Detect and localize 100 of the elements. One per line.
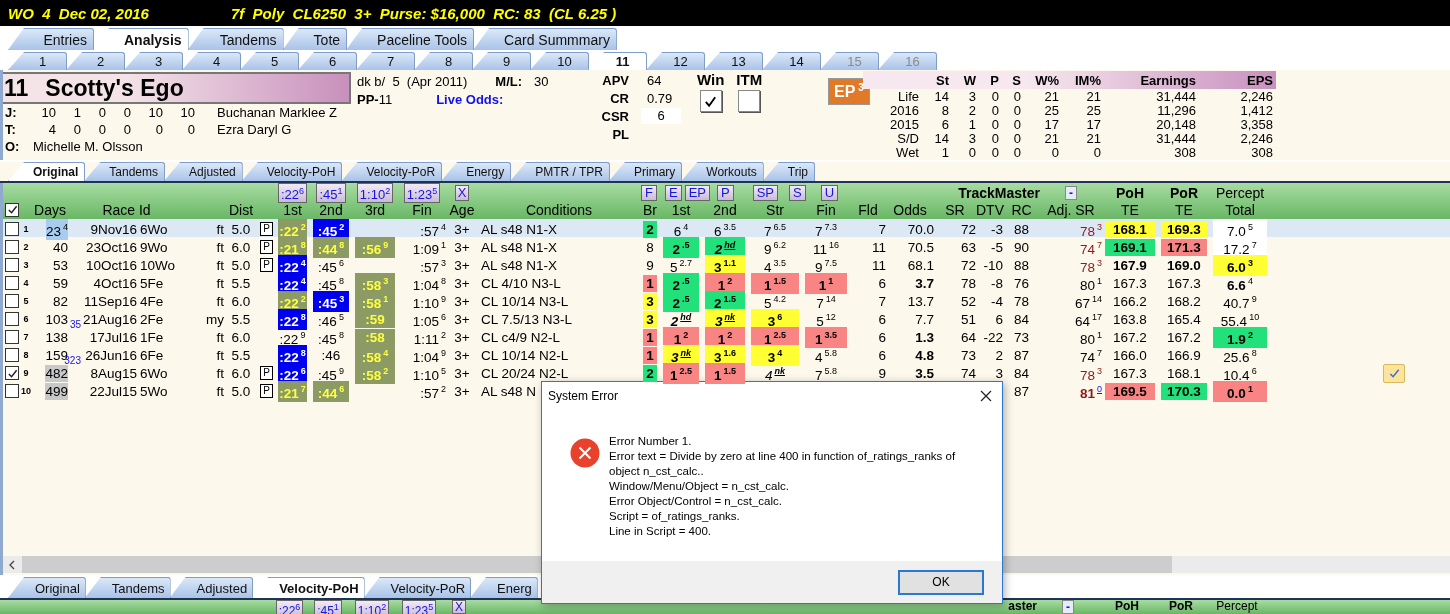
view-tab[interactable]: Energ: [470, 577, 538, 598]
main-tab[interactable]: Card Summmary: [473, 28, 617, 50]
column-header: Adj. SR: [1046, 201, 1096, 218]
horse-tab[interactable]: 5: [240, 52, 299, 70]
ok-button[interactable]: OK: [898, 569, 984, 595]
break-cell: 1: [643, 274, 657, 292]
pace-button[interactable]: SP: [752, 185, 778, 202]
por-cell: 169.0: [1167, 256, 1201, 274]
horse-tab[interactable]: 3: [124, 52, 183, 70]
stats-column-header: P: [989, 72, 999, 88]
horse-tab[interactable]: 8: [414, 52, 473, 70]
horse-tab[interactable]: 12: [646, 52, 705, 70]
horse-tab[interactable]: 4: [182, 52, 241, 70]
position-cell: 2$^{1.5}$: [705, 291, 745, 312]
view-tab[interactable]: Velocity-PoR: [363, 577, 472, 598]
row-checkbox[interactable]: [5, 276, 19, 291]
column-header: Br: [642, 201, 658, 218]
main-tab[interactable]: Tandems: [187, 28, 284, 50]
connection-stat: 10: [179, 105, 195, 120]
fraction-button[interactable]: :22$^{6}$: [277, 183, 308, 204]
view-tab[interactable]: Velocity-PoH: [241, 162, 343, 181]
stats-value: 2,246: [1239, 132, 1273, 146]
view-tab[interactable]: Velocity-PoR: [341, 162, 443, 181]
row-checkbox[interactable]: [5, 384, 19, 399]
main-tab[interactable]: Paceline Tools: [346, 28, 475, 50]
stats-value: 11,296: [1156, 104, 1196, 118]
horse-tab[interactable]: 13: [704, 52, 763, 70]
position-cell: 3$^{1.1}$: [705, 255, 745, 276]
fraction-button[interactable]: X: [452, 600, 466, 614]
view-tab[interactable]: Original: [8, 577, 86, 598]
view-tab[interactable]: Energy: [441, 162, 512, 181]
por-cell: 166.9: [1167, 346, 1201, 364]
row-checkbox[interactable]: [5, 294, 19, 309]
position-cell: 1$^{3.5}$: [805, 327, 847, 348]
row-checkbox[interactable]: [5, 312, 19, 327]
main-tab[interactable]: Analysis: [93, 28, 189, 50]
pace-button[interactable]: U: [820, 185, 839, 202]
row-number: 7: [22, 332, 30, 343]
row-checkbox[interactable]: [5, 258, 19, 273]
horse-tab[interactable]: 1: [8, 52, 67, 70]
view-tab[interactable]: Workouts: [681, 162, 764, 181]
position-cell: 1$^{1.5}$: [751, 273, 799, 294]
column-header: Fin: [411, 201, 433, 218]
speed-rating-cell: 52: [960, 292, 976, 310]
view-tab[interactable]: Velocity-PoH: [252, 577, 365, 598]
fraction-button[interactable]: :45$^{1}$: [316, 183, 346, 204]
bet-checkbox[interactable]: [738, 90, 761, 112]
view-tab[interactable]: Tandems: [84, 577, 171, 598]
row-checkbox[interactable]: [5, 240, 19, 255]
row-number: 2: [22, 242, 30, 253]
row-checkbox[interactable]: [5, 348, 19, 363]
select-all-checkbox[interactable]: [5, 202, 19, 217]
race-date-cell: 11Sep16: [83, 292, 137, 310]
percept-cell: 7.0$^{5}$: [1213, 219, 1267, 240]
final-time-cell-text: :57$^{2}$: [420, 383, 446, 402]
row-checkbox[interactable]: [5, 366, 19, 381]
collapse-button[interactable]: -: [1065, 186, 1077, 201]
distance-cell-text: 6.0: [230, 238, 252, 256]
rc-cell-text: 87: [1013, 382, 1030, 400]
scroll-left-icon[interactable]: [8, 559, 16, 570]
fraction-button[interactable]: X: [454, 185, 470, 202]
column-header: Fld: [857, 201, 879, 218]
horse-tab[interactable]: 10: [530, 52, 589, 70]
bet-checkbox[interactable]: [699, 90, 722, 112]
mark-button[interactable]: [1383, 363, 1405, 383]
dtv-cell: -5: [991, 238, 1003, 256]
pace-button[interactable]: S: [789, 185, 806, 202]
pace-button[interactable]: E: [664, 185, 682, 202]
main-tab[interactable]: Entries: [8, 28, 94, 50]
view-tab[interactable]: PMTR / TPR: [510, 162, 610, 181]
fraction-button[interactable]: 1:23$^{5}$: [403, 183, 441, 204]
view-tab[interactable]: Trip: [762, 162, 815, 181]
pace-button[interactable]: F: [641, 185, 657, 202]
pace-button[interactable]: EP: [684, 185, 710, 202]
close-icon[interactable]: [980, 390, 992, 402]
live-odds-label: Live Odds:: [436, 91, 504, 107]
column-header: Age: [448, 201, 476, 218]
position-cell: 3$^{4}$: [751, 345, 799, 366]
fraction-button[interactable]: 1:10$^{2}$: [356, 183, 394, 204]
horse-tab[interactable]: 11: [588, 52, 647, 70]
view-tab[interactable]: Original: [8, 162, 86, 181]
horse-tab[interactable]: 14: [762, 52, 821, 70]
row-checkbox[interactable]: [5, 330, 19, 345]
position-cell: 1$^{2}$: [705, 273, 745, 294]
view-tab[interactable]: Primary: [608, 162, 683, 181]
view-tab[interactable]: Adjusted: [169, 577, 254, 598]
distance-cell-text: 5.0: [230, 220, 252, 238]
horse-tab[interactable]: 7: [356, 52, 415, 70]
main-tab[interactable]: Tote: [282, 28, 348, 50]
p-badge: P: [260, 258, 273, 273]
view-tab[interactable]: Adjusted: [164, 162, 243, 181]
track-cell-text: 9Wo: [139, 238, 168, 256]
horse-tab[interactable]: 2: [66, 52, 125, 70]
row-checkbox[interactable]: [5, 222, 19, 237]
pace-button[interactable]: P: [716, 185, 734, 202]
rank-link[interactable]: 0: [1097, 384, 1102, 394]
horse-tab[interactable]: 6: [298, 52, 357, 70]
view-tab[interactable]: Tandems: [84, 162, 166, 181]
collapse-button[interactable]: -: [1062, 600, 1074, 614]
horse-tab[interactable]: 9: [472, 52, 531, 70]
